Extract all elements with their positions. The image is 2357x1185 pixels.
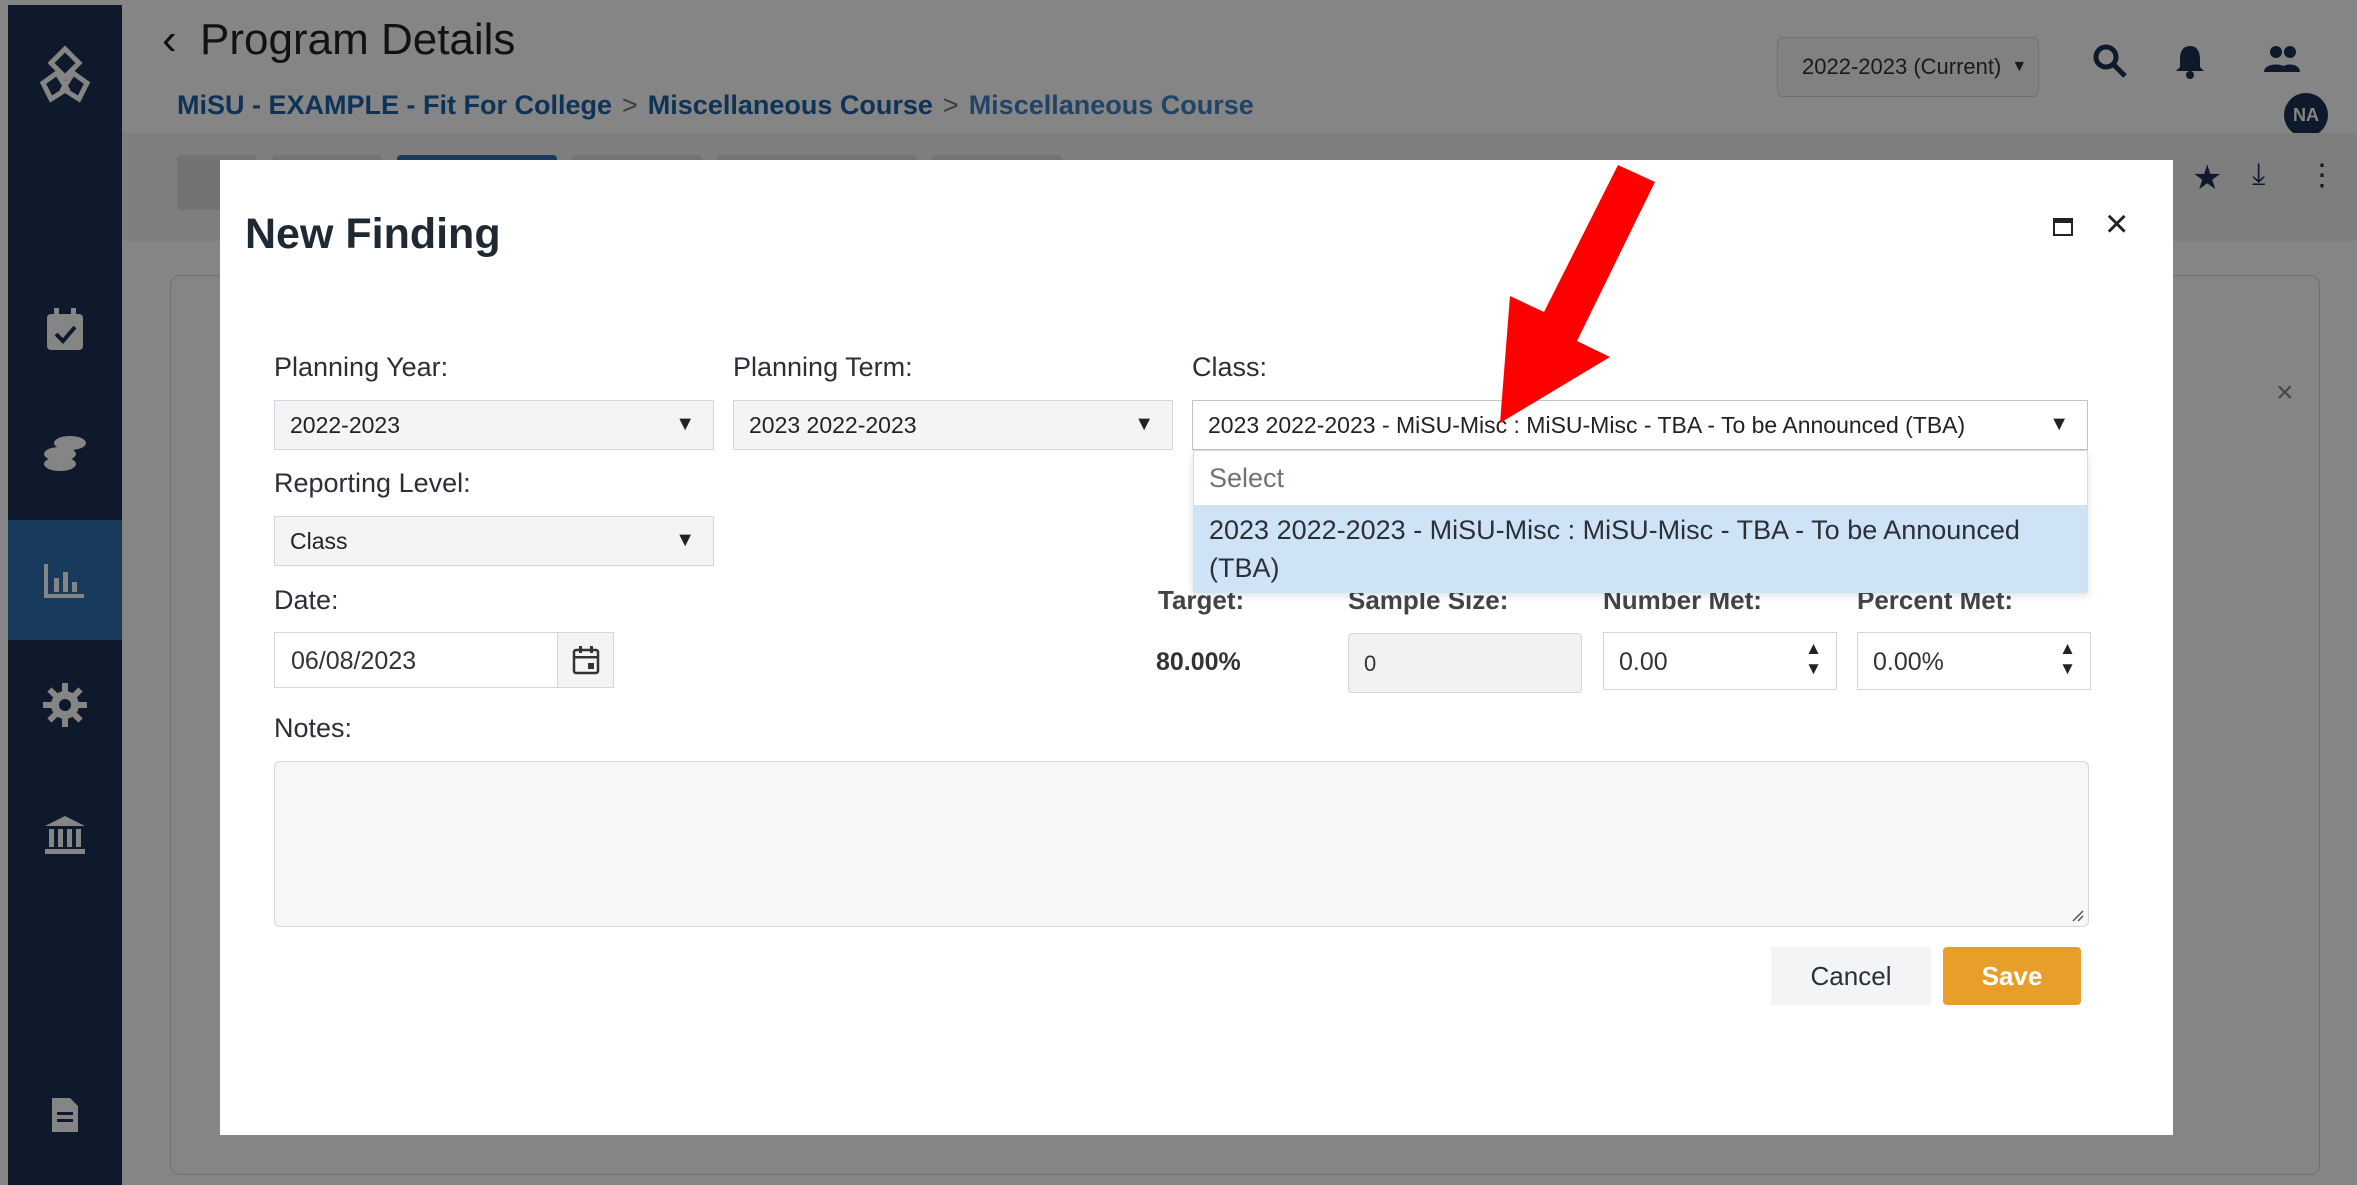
sample-size-input: 0 [1348,633,1582,693]
planning-year-select[interactable]: 2022-2023 ▼ [274,400,714,450]
date-label: Date: [274,585,339,615]
dialog-title: New Finding [245,210,501,258]
sample-size-value: 0 [1364,651,1377,676]
calendar-icon[interactable] [557,633,613,687]
spinner-icon[interactable]: ▲ ▼ [1805,639,1822,679]
planning-year-value: 2022-2023 [290,411,400,438]
notes-textarea[interactable] [274,761,2089,927]
class-label: Class: [1192,352,1268,382]
planning-year-label: Planning Year: [274,352,449,382]
new-finding-dialog: New Finding × Planning Year: 2022-2023 ▼… [220,160,2173,1135]
caret-down-icon: ▼ [675,413,695,435]
maximize-icon[interactable] [2053,218,2073,236]
target-value: 80.00% [1156,648,1241,676]
class-dropdown-list: Select 2023 2022-2023 - MiSU-Misc : MiSU… [1193,450,2088,593]
caret-down-icon: ▼ [1134,413,1154,435]
save-button[interactable]: Save [1943,947,2081,1005]
planning-term-select[interactable]: 2023 2022-2023 ▼ [733,400,1173,450]
percent-met-input[interactable]: 0.00% ▲ ▼ [1857,632,2091,690]
resize-grip-icon[interactable] [2070,908,2084,922]
planning-term-label: Planning Term: [733,352,913,382]
reporting-level-select[interactable]: Class ▼ [274,516,714,566]
date-value: 06/08/2023 [291,647,417,675]
dropdown-option-selected[interactable]: 2023 2022-2023 - MiSU-Misc : MiSU-Misc -… [1194,505,2087,593]
date-input[interactable]: 06/08/2023 [274,632,614,688]
close-icon[interactable]: × [2105,204,2128,244]
cancel-button[interactable]: Cancel [1771,947,1931,1005]
spinner-icon[interactable]: ▲ ▼ [2059,639,2076,679]
caret-down-icon: ▼ [2049,413,2069,435]
number-met-value: 0.00 [1619,648,1668,676]
planning-term-value: 2023 2022-2023 [749,411,917,438]
reporting-level-value: Class [290,527,348,554]
reporting-level-label: Reporting Level: [274,468,471,498]
percent-met-value: 0.00% [1873,648,1944,676]
dropdown-option-placeholder[interactable]: Select [1194,451,2087,505]
caret-down-icon: ▼ [675,529,695,551]
annotation-arrow-icon [1500,165,1655,423]
number-met-input[interactable]: 0.00 ▲ ▼ [1603,632,1837,690]
notes-label: Notes: [274,713,353,743]
